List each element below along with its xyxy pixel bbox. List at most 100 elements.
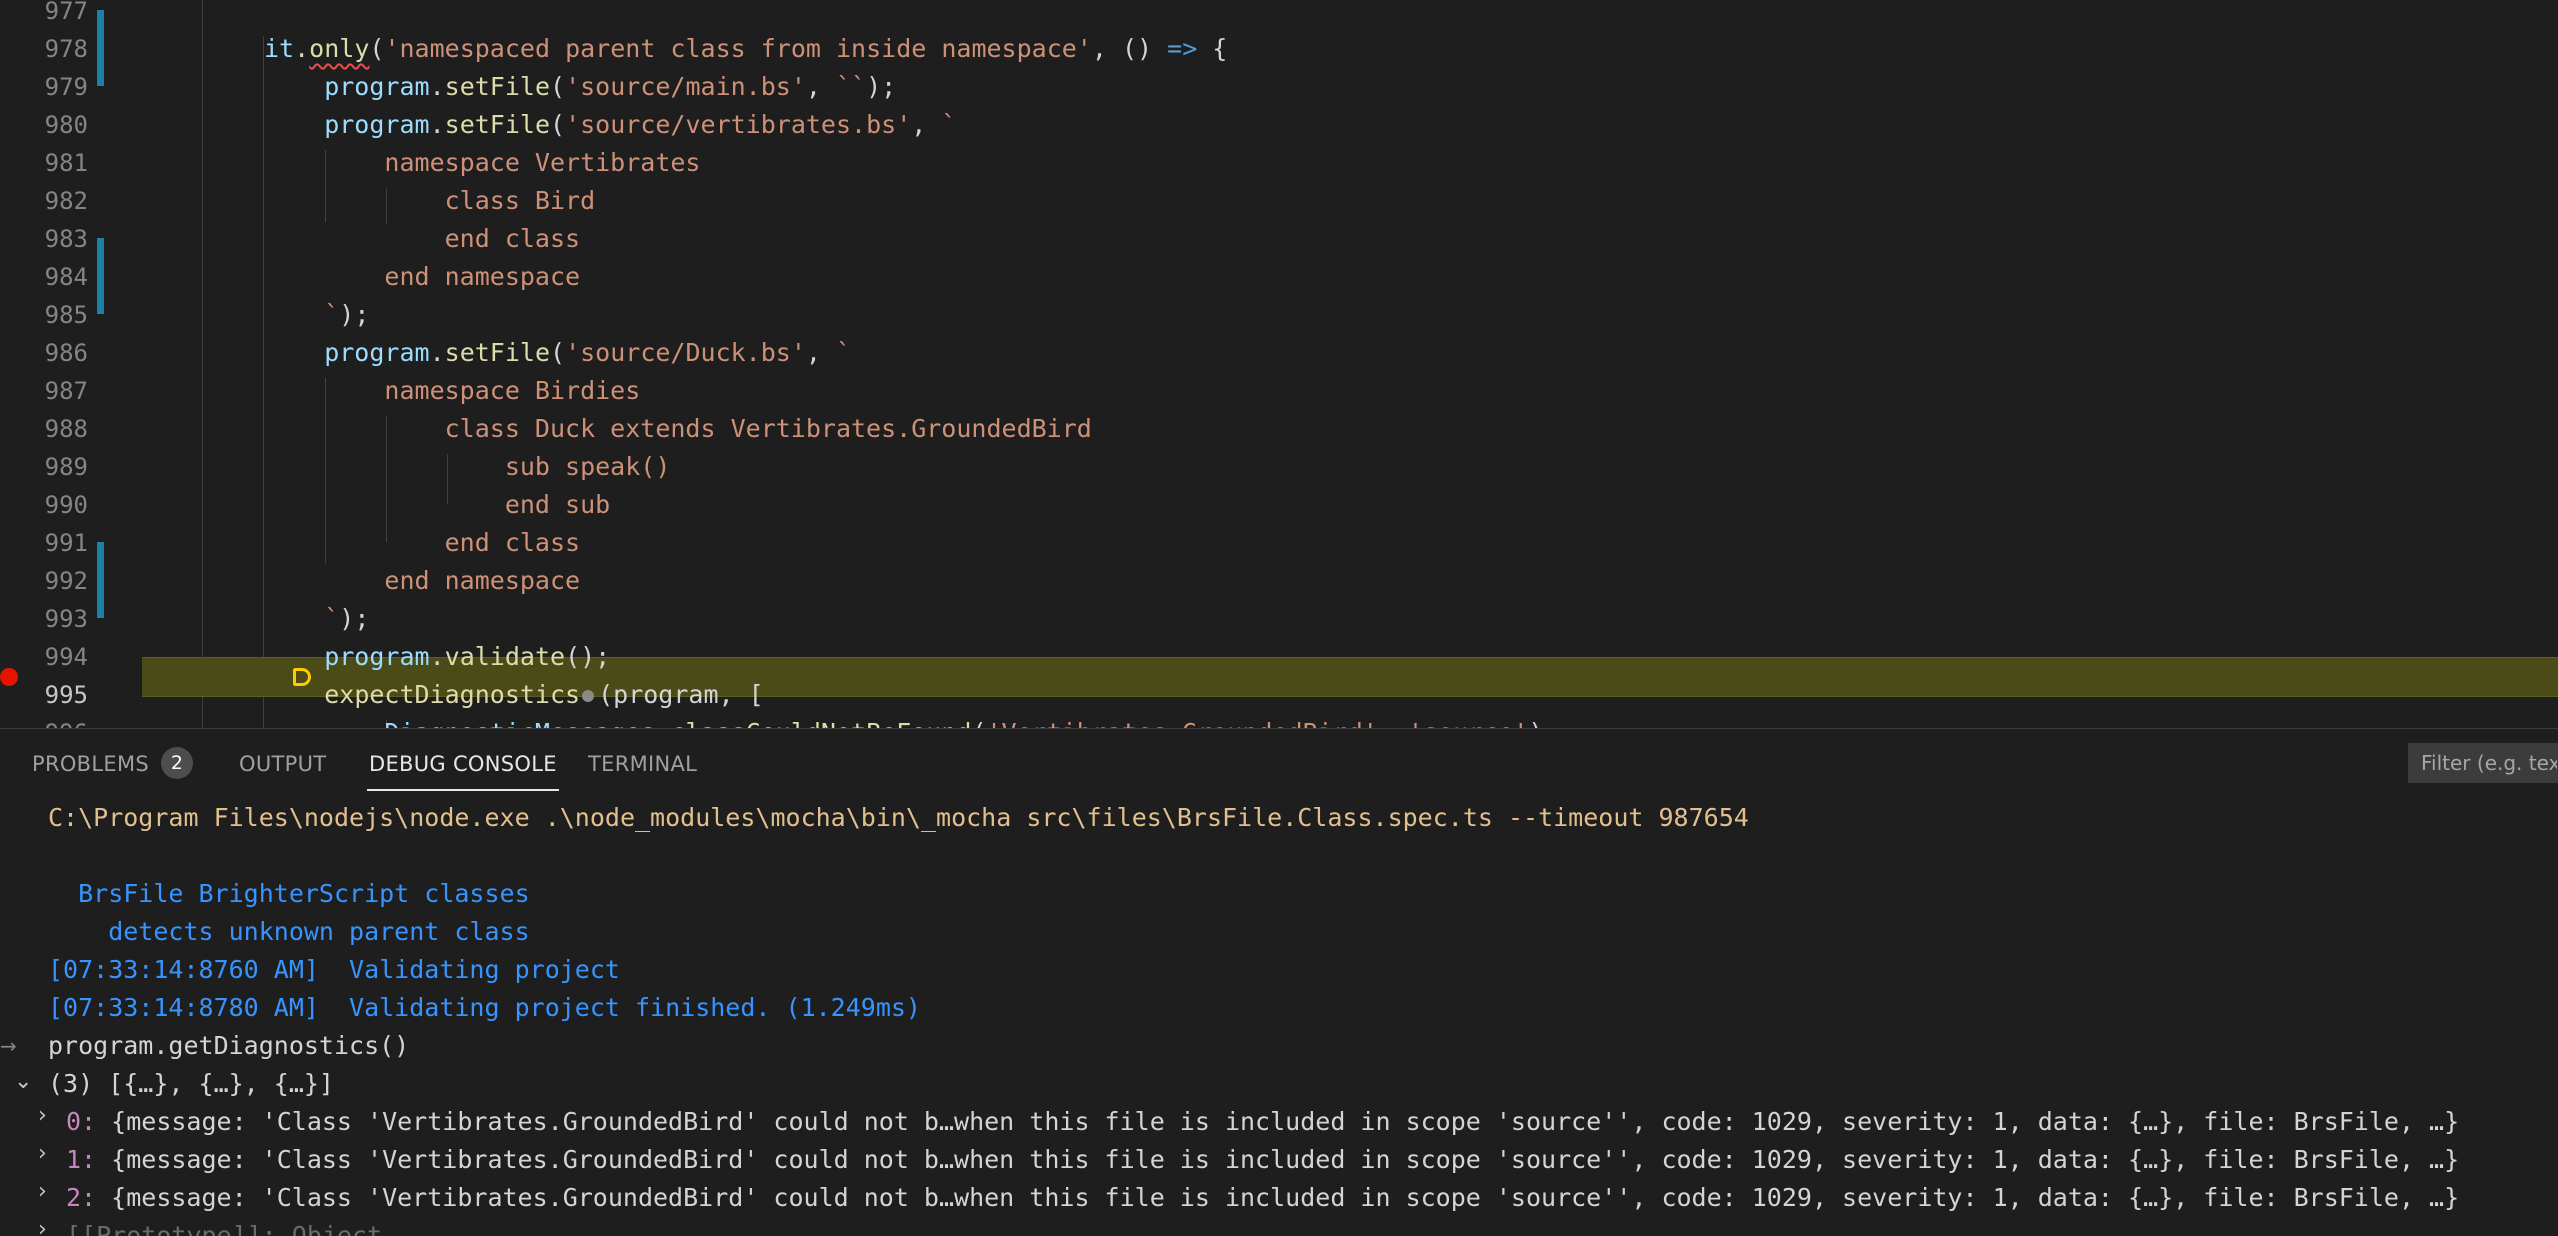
code-token: namespace Birdies bbox=[264, 376, 641, 405]
code-text: end class bbox=[264, 220, 580, 258]
code-line[interactable]: 980 program.setFile('source/vertibrates.… bbox=[0, 106, 2558, 144]
tab-problems[interactable]: PROBLEMS 2 bbox=[32, 729, 194, 799]
code-line[interactable]: 991 end class bbox=[0, 524, 2558, 562]
console-result-summary[interactable]: (3) [{…}, {…}, {…}] bbox=[48, 1065, 2558, 1103]
code-token: ( bbox=[550, 72, 566, 101]
code-token: . bbox=[294, 34, 310, 63]
chevron-right-icon[interactable]: › bbox=[38, 1179, 47, 1204]
problems-count-badge: 2 bbox=[161, 747, 194, 779]
chevron-right-icon[interactable]: › bbox=[38, 1217, 47, 1236]
code-token: end namespace bbox=[264, 566, 581, 595]
line-number[interactable]: 977 bbox=[0, 0, 88, 30]
line-number[interactable]: 986 bbox=[0, 334, 88, 372]
code-token: ); bbox=[339, 300, 370, 329]
code-line[interactable]: 992 end namespace bbox=[0, 562, 2558, 600]
console-array-item[interactable]: 1: {message: 'Class 'Vertibrates.Grounde… bbox=[66, 1141, 2558, 1179]
code-token: class Bird bbox=[264, 186, 596, 215]
code-line[interactable]: 982 class Bird bbox=[0, 182, 2558, 220]
code-line[interactable]: 984 end namespace bbox=[0, 258, 2558, 296]
code-line[interactable]: 979 program.setFile('source/main.bs', ``… bbox=[0, 68, 2558, 106]
line-number[interactable]: 995 bbox=[0, 676, 88, 714]
code-token: 'source' bbox=[1408, 718, 1528, 728]
code-token: , bbox=[911, 110, 942, 139]
code-text: it.only('namespaced parent class from in… bbox=[264, 30, 1227, 68]
chevron-down-icon[interactable]: ⌄ bbox=[14, 1069, 32, 1094]
code-line[interactable]: 978 it.only('namespaced parent class from… bbox=[0, 30, 2558, 68]
console-suite-name: BrsFile BrighterScript classes bbox=[48, 879, 530, 908]
code-text: expectDiagnostics (program, [ bbox=[264, 676, 763, 714]
line-number[interactable]: 990 bbox=[0, 486, 88, 524]
tab-problems-label: PROBLEMS bbox=[32, 752, 150, 776]
code-token: 'namespaced parent class from inside nam… bbox=[384, 34, 1092, 63]
code-token: 'source/main.bs' bbox=[565, 72, 806, 101]
code-text: DiagnosticMessages.classCouldNotBeFound(… bbox=[264, 714, 1543, 728]
code-token: program bbox=[264, 72, 430, 101]
code-line[interactable]: 994 program.validate(); bbox=[0, 638, 2558, 676]
line-number[interactable]: 988 bbox=[0, 410, 88, 448]
code-line[interactable]: 988 class Duck extends Vertibrates.Groun… bbox=[0, 410, 2558, 448]
code-line[interactable]: 995 expectDiagnostics (program, [ bbox=[0, 676, 2558, 714]
line-number[interactable]: 978 bbox=[0, 30, 88, 68]
code-line[interactable]: 996 DiagnosticMessages.classCouldNotBeFo… bbox=[0, 714, 2558, 728]
code-line[interactable]: 989 sub speak() bbox=[0, 448, 2558, 486]
array-item-key: 1: bbox=[66, 1145, 97, 1174]
inline-breakpoint-dot-icon[interactable] bbox=[582, 690, 595, 702]
tab-debug-console-label: DEBUG CONSOLE bbox=[369, 752, 557, 776]
line-number[interactable]: 984 bbox=[0, 258, 88, 296]
code-line[interactable]: 990 end sub bbox=[0, 486, 2558, 524]
tab-terminal[interactable]: TERMINAL bbox=[588, 729, 697, 799]
code-token: sub speak() bbox=[264, 452, 671, 481]
bottom-panel: PROBLEMS 2 OUTPUT DEBUG CONSOLE TERMINAL … bbox=[0, 728, 2558, 1236]
code-line[interactable]: 985 `); bbox=[0, 296, 2558, 334]
code-token: { bbox=[1197, 34, 1228, 63]
code-line[interactable]: 983 end class bbox=[0, 220, 2558, 258]
line-number[interactable]: 992 bbox=[0, 562, 88, 600]
code-editor[interactable]: 977 978 it.only('namespaced parent class f… bbox=[0, 0, 2558, 728]
console-filter-input[interactable] bbox=[2408, 743, 2558, 783]
console-evaluated-expression[interactable]: program.getDiagnostics() bbox=[48, 1027, 2558, 1065]
chevron-right-icon[interactable]: › bbox=[38, 1103, 47, 1128]
line-number[interactable]: 996 bbox=[0, 714, 88, 728]
code-text: `); bbox=[264, 600, 369, 638]
code-token: , bbox=[805, 338, 836, 367]
line-number[interactable]: 991 bbox=[0, 524, 88, 562]
code-token: setFile bbox=[444, 110, 550, 139]
code-token: ` bbox=[264, 604, 340, 633]
code-token: namespace Vertibrates bbox=[264, 148, 701, 177]
code-text: namespace Birdies bbox=[264, 372, 640, 410]
tab-debug-console[interactable]: DEBUG CONSOLE bbox=[367, 729, 559, 799]
code-token: ( bbox=[550, 338, 566, 367]
line-number[interactable]: 993 bbox=[0, 600, 88, 638]
console-log-line: [07:33:14:8760 AM] Validating project bbox=[48, 955, 620, 984]
tab-output[interactable]: OUTPUT bbox=[239, 729, 326, 799]
console-log-line: [07:33:14:8780 AM] Validating project fi… bbox=[48, 993, 921, 1022]
code-token: class Duck extends Vertibrates.GroundedB… bbox=[264, 414, 1092, 443]
code-token: program bbox=[264, 110, 430, 139]
code-token: ( bbox=[971, 718, 986, 728]
line-number[interactable]: 985 bbox=[0, 296, 88, 334]
code-token: program bbox=[264, 338, 430, 367]
console-prototype-row[interactable]: [[Prototype]]: Object bbox=[66, 1217, 2558, 1236]
code-token: ` bbox=[836, 338, 852, 367]
console-array-item[interactable]: 2: {message: 'Class 'Vertibrates.Grounde… bbox=[66, 1179, 2558, 1217]
code-line[interactable]: 987 namespace Birdies bbox=[0, 372, 2558, 410]
code-text: program.setFile('source/main.bs', ``); bbox=[264, 68, 896, 106]
code-token: `` bbox=[836, 72, 867, 101]
code-token: . bbox=[429, 110, 445, 139]
line-number[interactable]: 980 bbox=[0, 106, 88, 144]
code-line[interactable]: 981 namespace Vertibrates bbox=[0, 144, 2558, 182]
line-number[interactable]: 982 bbox=[0, 182, 88, 220]
code-line[interactable]: 986 program.setFile('source/Duck.bs', ` bbox=[0, 334, 2558, 372]
line-number[interactable]: 987 bbox=[0, 372, 88, 410]
console-array-item[interactable]: 0: {message: 'Class 'Vertibrates.Grounde… bbox=[66, 1103, 2558, 1141]
code-line[interactable]: 977 bbox=[0, 0, 2558, 30]
line-number[interactable]: 994 bbox=[0, 638, 88, 676]
chevron-right-icon[interactable]: › bbox=[38, 1141, 47, 1166]
line-number[interactable]: 989 bbox=[0, 448, 88, 486]
line-number[interactable]: 979 bbox=[0, 68, 88, 106]
array-item-value: {message: 'Class 'Vertibrates.GroundedBi… bbox=[96, 1145, 2460, 1174]
line-number[interactable]: 983 bbox=[0, 220, 88, 258]
code-line[interactable]: 993 `); bbox=[0, 600, 2558, 638]
line-number[interactable]: 981 bbox=[0, 144, 88, 182]
